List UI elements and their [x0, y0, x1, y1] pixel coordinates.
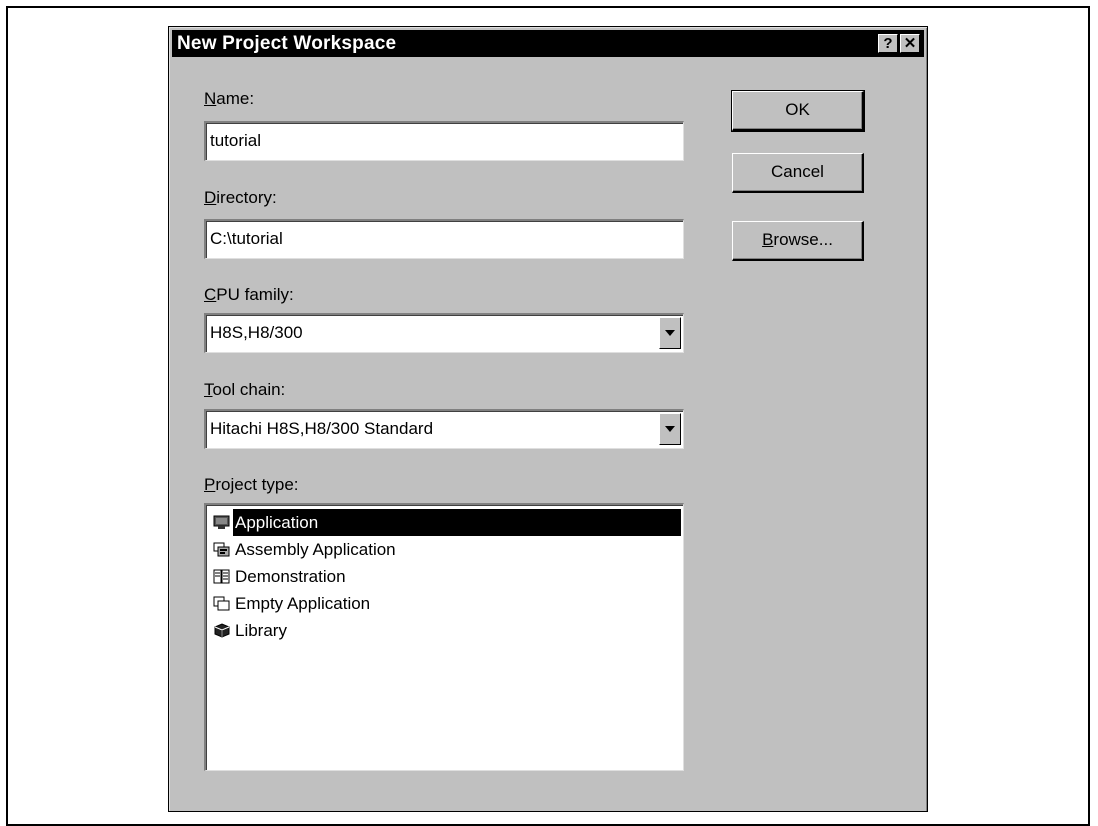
name-input[interactable]: tutorial: [204, 121, 684, 161]
new-project-workspace-dialog: New Project Workspace ? ✕ Name: tutorial…: [168, 26, 928, 812]
name-input-value: tutorial: [210, 131, 262, 150]
list-item-assembly-application[interactable]: Assembly Application: [209, 536, 680, 563]
title-bar: New Project Workspace ? ✕: [172, 30, 924, 57]
list-item-library[interactable]: Library: [209, 617, 680, 644]
empty-application-icon: [213, 596, 230, 611]
list-item-empty-application[interactable]: Empty Application: [209, 590, 680, 617]
help-button[interactable]: ?: [878, 34, 898, 53]
cpu-family-value: H8S,H8/300: [210, 323, 303, 342]
close-icon: ✕: [903, 35, 917, 52]
application-icon: [213, 515, 230, 529]
directory-input-value: C:\tutorial: [210, 229, 283, 248]
cancel-button[interactable]: Cancel: [732, 153, 864, 193]
project-type-label: Project type:: [204, 475, 299, 494]
directory-label: Directory:: [204, 188, 277, 207]
tool-chain-select[interactable]: Hitachi H8S,H8/300 Standard: [204, 409, 684, 449]
close-button[interactable]: ✕: [900, 34, 920, 53]
browse-button[interactable]: Browse...: [732, 221, 864, 261]
help-icon: ?: [883, 35, 893, 52]
tool-chain-dropdown-icon[interactable]: [659, 413, 681, 445]
dialog-title: New Project Workspace: [177, 33, 397, 54]
library-icon: [214, 623, 230, 638]
tool-chain-label: Tool chain:: [204, 380, 286, 399]
cpu-family-dropdown-icon[interactable]: [659, 317, 681, 349]
project-type-list[interactable]: Application Assembly Application Demonst…: [204, 503, 684, 771]
name-label: Name:: [204, 89, 255, 108]
cpu-family-select[interactable]: H8S,H8/300: [204, 313, 684, 353]
directory-input[interactable]: C:\tutorial: [204, 219, 684, 259]
list-item-application[interactable]: Application: [209, 509, 681, 536]
list-item-demonstration[interactable]: Demonstration: [209, 563, 680, 590]
tool-chain-value: Hitachi H8S,H8/300 Standard: [210, 419, 434, 438]
assembly-application-icon: [213, 542, 230, 557]
demonstration-icon: [213, 569, 230, 584]
ok-button[interactable]: OK: [731, 90, 865, 132]
cpu-family-label: CPU family:: [204, 285, 294, 304]
